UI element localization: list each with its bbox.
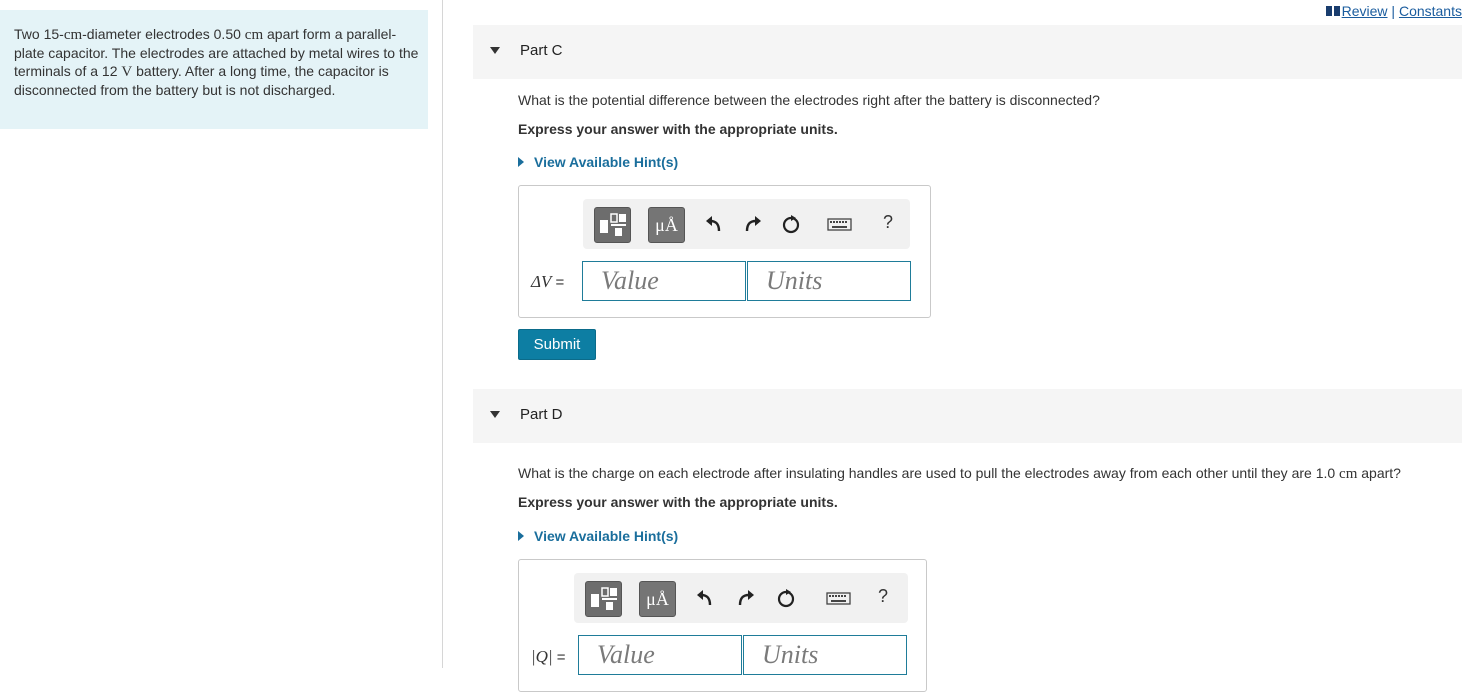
part-c-instructions: Express your answer with the appropriate… xyxy=(518,121,838,137)
units-input[interactable] xyxy=(743,635,907,675)
part-d-hint-toggle[interactable]: View Available Hint(s) xyxy=(518,528,678,544)
keyboard-icon[interactable] xyxy=(827,213,852,235)
hint-label: View Available Hint(s) xyxy=(534,528,679,544)
delta-v-label: ΔV = xyxy=(531,272,565,291)
help-button[interactable]: ? xyxy=(878,586,888,607)
part-c-answer-box: μÅ ? ΔV = xyxy=(518,185,931,318)
units-input[interactable] xyxy=(747,261,911,301)
math-toolbar: μÅ ? xyxy=(583,199,910,249)
help-button[interactable]: ? xyxy=(883,212,893,233)
template-icon[interactable] xyxy=(585,581,622,617)
value-input[interactable] xyxy=(578,635,742,675)
review-link[interactable]: Review xyxy=(1342,3,1388,19)
expand-triangle-icon xyxy=(518,531,524,541)
submit-button[interactable]: Submit xyxy=(518,329,596,360)
undo-icon[interactable] xyxy=(703,213,727,235)
reset-icon[interactable] xyxy=(779,213,803,235)
part-d-header[interactable]: Part D xyxy=(473,389,1462,443)
expand-triangle-icon xyxy=(518,157,524,167)
redo-icon[interactable] xyxy=(741,213,765,235)
part-c-header[interactable]: Part C xyxy=(473,25,1462,79)
link-separator: | xyxy=(1391,3,1396,19)
reset-icon[interactable] xyxy=(774,587,798,609)
keyboard-icon[interactable] xyxy=(826,587,851,609)
column-divider xyxy=(442,0,443,668)
math-toolbar: μÅ ? xyxy=(574,573,908,623)
top-links: Review | Constants xyxy=(1325,3,1462,19)
part-c-hint-toggle[interactable]: View Available Hint(s) xyxy=(518,154,678,170)
part-d-question: What is the charge on each electrode aft… xyxy=(518,465,1401,482)
part-c-question: What is the potential difference between… xyxy=(518,92,1100,108)
part-c-title: Part C xyxy=(520,42,563,59)
redo-icon[interactable] xyxy=(734,587,758,609)
collapse-caret-icon[interactable] xyxy=(490,47,500,54)
units-button[interactable]: μÅ xyxy=(639,581,676,617)
charge-label: |Q| = xyxy=(531,647,566,666)
constants-link[interactable]: Constants xyxy=(1399,3,1462,19)
part-d-instructions: Express your answer with the appropriate… xyxy=(518,494,838,510)
part-d-title: Part D xyxy=(520,406,563,423)
collapse-caret-icon[interactable] xyxy=(490,411,500,418)
undo-icon[interactable] xyxy=(694,587,718,609)
hint-label: View Available Hint(s) xyxy=(534,154,679,170)
units-button[interactable]: μÅ xyxy=(648,207,685,243)
part-d-answer-box: μÅ ? |Q| = xyxy=(518,559,927,692)
value-input[interactable] xyxy=(582,261,746,301)
book-icon xyxy=(1325,3,1340,16)
problem-statement: Two 15-cm-diameter electrodes 0.50 cm ap… xyxy=(14,26,419,98)
template-icon[interactable] xyxy=(594,207,631,243)
